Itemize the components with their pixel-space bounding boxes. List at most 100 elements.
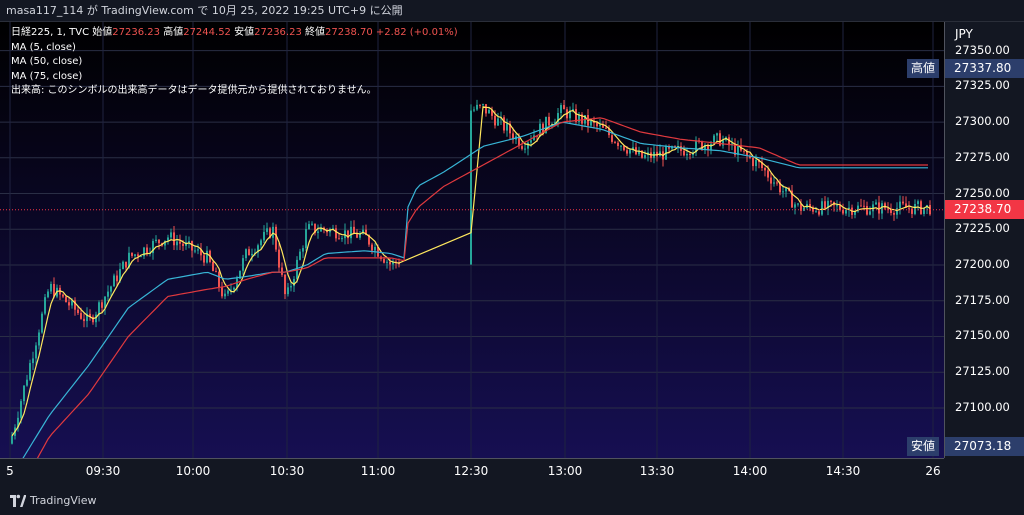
candle-body: [710, 143, 712, 150]
tradingview-brand[interactable]: TradingView: [30, 487, 96, 515]
candle-body: [824, 201, 826, 209]
candle-body: [341, 238, 343, 240]
candle-body: [386, 261, 388, 263]
time-tick-label: 11:00: [360, 464, 396, 478]
candle-body: [266, 228, 268, 232]
price-tick-label: 27150.00: [955, 328, 1010, 343]
candle-body: [215, 271, 217, 273]
time-axis[interactable]: 5 09:30 10:00 10:30 11:00 12:30 13:00 13:30 14:0…: [0, 458, 944, 487]
candle-body: [176, 241, 178, 246]
candle-body: [818, 211, 820, 215]
candle-body: [590, 120, 592, 126]
price-tick-label: 27125.00: [955, 364, 1010, 379]
candle-body: [281, 267, 283, 275]
connector-text: に公開: [369, 4, 403, 17]
candle-body: [284, 274, 286, 295]
candle-body: [29, 363, 31, 380]
price-tick-label: 27325.00: [955, 78, 1010, 93]
candle-body: [866, 205, 868, 215]
candle-body: [242, 258, 244, 271]
candle-body: [47, 291, 49, 298]
candle-body: [32, 358, 34, 364]
candle-body: [506, 123, 508, 131]
published-info-bar: masa117_114 が TradingView.com で 10月 25, …: [0, 0, 1024, 22]
candle-body: [881, 203, 883, 214]
candle-body: [35, 345, 37, 359]
candle-body: [11, 435, 13, 444]
low-tag-label: 安値: [907, 436, 940, 456]
candle-body: [173, 232, 175, 246]
candle-body: [611, 135, 613, 142]
candle-body: [50, 283, 52, 292]
time-tick-label: 12:30: [453, 464, 489, 478]
candle-body: [863, 205, 865, 207]
currency-label[interactable]: JPY: [955, 27, 973, 41]
candle-body: [830, 200, 832, 202]
candle-body: [146, 247, 148, 254]
candle-body: [497, 118, 499, 126]
candle-body: [245, 249, 247, 259]
candle-body: [371, 244, 373, 251]
candle-body: [335, 228, 337, 239]
chart-plot[interactable]: [0, 22, 944, 458]
candle-body: [131, 252, 133, 256]
tradingview-logo-icon[interactable]: [10, 494, 26, 508]
last-price-tag: 27238.70: [945, 200, 1024, 220]
candle-body: [287, 287, 289, 295]
candle-body: [308, 224, 310, 230]
candle-body: [224, 293, 226, 297]
candle-body: [206, 250, 208, 263]
candle-body: [248, 249, 250, 256]
candle-body: [563, 105, 565, 110]
candle-body: [134, 254, 136, 256]
candle-body: [893, 212, 895, 215]
candle-body: [38, 332, 40, 346]
candle-body: [182, 243, 184, 246]
candle-body: [383, 259, 385, 263]
time-tick-label: 14:00: [732, 464, 768, 478]
candle-body: [350, 226, 352, 239]
candle-body: [191, 240, 193, 251]
candle-body: [821, 201, 823, 215]
candle-body: [605, 127, 607, 129]
high-price-tag: 27337.80: [945, 58, 1024, 78]
candle-body: [311, 223, 313, 225]
candle-body: [101, 302, 103, 308]
candle-body: [614, 141, 616, 143]
price-tick-label: 27300.00: [955, 114, 1010, 129]
candle-body: [77, 309, 79, 314]
site-name[interactable]: TradingView.com: [101, 4, 193, 17]
candle-body: [896, 208, 898, 215]
candle-body: [686, 153, 688, 156]
candle-body: [815, 211, 817, 213]
candle-body: [26, 379, 28, 386]
candle-body: [20, 401, 22, 418]
candle-body: [353, 226, 355, 234]
candle-body: [260, 240, 262, 246]
candle-body: [527, 142, 529, 149]
candle-body: [167, 237, 169, 241]
author-name[interactable]: masa117_114: [6, 4, 83, 17]
candle-body: [899, 201, 901, 209]
candle-body: [374, 246, 376, 251]
candle-body: [113, 275, 115, 287]
candle-body: [479, 104, 481, 106]
candle-body: [629, 149, 631, 154]
candle-body: [83, 318, 85, 322]
time-tick-label: 13:30: [639, 464, 675, 478]
candle-body: [305, 229, 307, 249]
candle-body: [620, 145, 622, 147]
candle-body: [470, 110, 472, 265]
candle-body: [485, 104, 487, 114]
candle-body: [794, 204, 796, 208]
candle-body: [80, 313, 82, 319]
candle-body: [482, 104, 484, 106]
candle-body: [773, 182, 775, 184]
candle-body: [521, 146, 523, 149]
candle-body: [290, 286, 292, 288]
candle-body: [764, 167, 766, 171]
price-axis[interactable]: JPY 27350.00 27325.00 27300.00 27275.00 2725…: [907, 22, 1024, 458]
candle-body: [836, 205, 838, 207]
candle-body: [278, 249, 280, 268]
candle-body: [302, 248, 304, 252]
